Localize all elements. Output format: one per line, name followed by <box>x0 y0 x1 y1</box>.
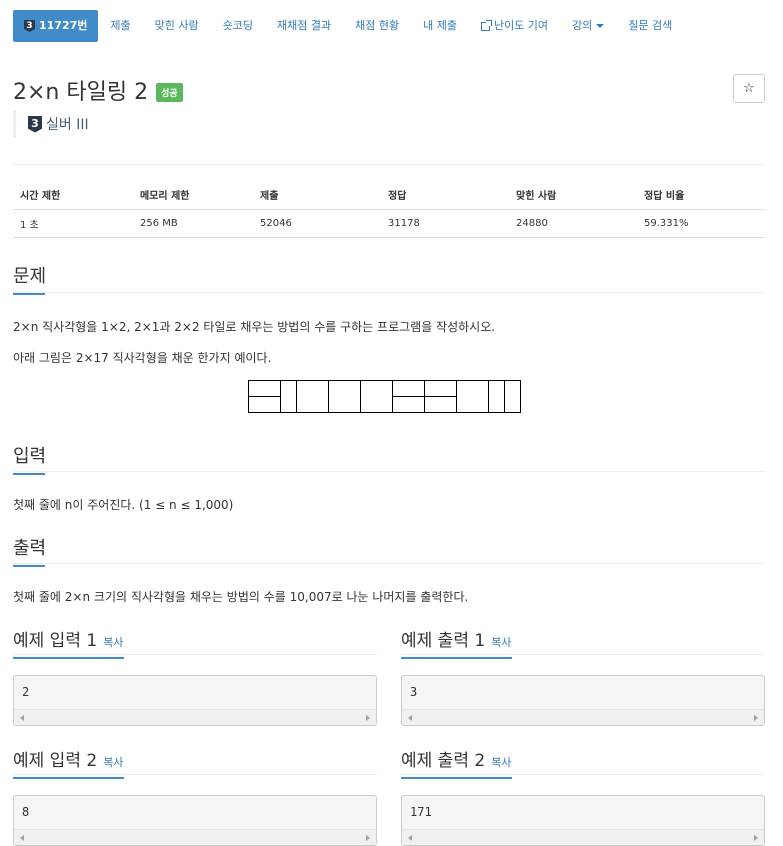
tab-my-submissions[interactable]: 내 제출 <box>411 10 469 42</box>
table-row: 1 초 256 MB 52046 31178 24880 59.331% <box>13 209 765 238</box>
scroll-right-icon[interactable] <box>754 715 758 721</box>
problem-number-label: 11727번 <box>39 19 88 32</box>
caret-down-icon <box>596 24 605 28</box>
sample-output-2-title: 예제 출력 2 <box>401 751 486 771</box>
tiling-example-figure <box>248 380 521 413</box>
input-heading: 입력 <box>13 442 47 475</box>
section-rule <box>401 774 765 775</box>
scroll-left-icon[interactable] <box>20 715 24 721</box>
header-accepted: 정답 <box>381 180 509 210</box>
section-rule <box>13 292 765 293</box>
input-heading-text: 입력 <box>13 446 47 467</box>
sample-input-1-heading: 예제 입력 1 복사 <box>13 626 124 659</box>
scroll-right-icon[interactable] <box>366 835 370 841</box>
sample-input-2-heading: 예제 입력 2 복사 <box>13 746 124 779</box>
status-badge: 성공 <box>156 82 183 102</box>
sample-input-2-box[interactable]: 8 <box>13 795 377 846</box>
heading-underline <box>401 657 512 659</box>
table-header-row: 시간 제한 메모리 제한 제출 정답 맞힌 사람 정답 비율 <box>13 180 765 210</box>
copy-sample-output-2-button[interactable]: 복사 <box>491 754 511 770</box>
sample-output-1-heading: 예제 출력 1 복사 <box>401 626 512 659</box>
output-heading: 출력 <box>13 534 47 567</box>
problem-nav: 3 11727번 제출 맞힌 사람 숏코딩 재채점 결과 채점 현황 내 제출 … <box>13 10 684 42</box>
tab-problem-number[interactable]: 3 11727번 <box>13 10 99 42</box>
tab-short-coding[interactable]: 숏코딩 <box>211 10 265 42</box>
scroll-left-icon[interactable] <box>408 835 412 841</box>
heading-underline <box>13 777 124 779</box>
lectures-label: 강의 <box>572 19 593 32</box>
sample-output-1-title: 예제 출력 1 <box>401 631 486 651</box>
sample-output-1-content: 3 <box>410 685 418 699</box>
problem-title-row: 2×n 타일링 2 성공 <box>13 74 183 106</box>
problem-info-table: 시간 제한 메모리 제한 제출 정답 맞힌 사람 정답 비율 1 초 256 M… <box>13 180 765 238</box>
tab-status[interactable]: 채점 현황 <box>343 10 411 42</box>
horizontal-scrollbar[interactable] <box>402 829 764 845</box>
star-icon: ☆ <box>743 81 755 96</box>
output-description: 첫째 줄에 2×n 크기의 직사각형을 채우는 방법의 수를 10,007로 나… <box>13 590 469 604</box>
copy-sample-output-1-button[interactable]: 복사 <box>491 634 511 650</box>
time-limit-value: 1 초 <box>13 209 133 238</box>
section-rule <box>13 654 377 655</box>
header-time-limit: 시간 제한 <box>13 180 133 210</box>
problem-description-2: 아래 그림은 2×17 직사각형을 채운 한가지 예이다. <box>13 351 272 365</box>
heading-underline <box>13 473 45 475</box>
header-ratio: 정답 비율 <box>637 180 765 210</box>
heading-underline <box>13 565 45 567</box>
memory-limit-value: 256 MB <box>133 209 253 238</box>
tab-question-search[interactable]: 질문 검색 <box>616 10 684 42</box>
tab-submit[interactable]: 제출 <box>98 10 142 42</box>
sample-output-2-heading: 예제 출력 2 복사 <box>401 746 512 779</box>
tab-rejudge-results[interactable]: 재채점 결과 <box>265 10 343 42</box>
output-heading-text: 출력 <box>13 538 47 559</box>
sample-output-2-content: 171 <box>410 805 432 819</box>
accepted-value: 31178 <box>381 209 509 238</box>
page-title: 2×n 타일링 2 <box>13 80 149 105</box>
sample-input-2-content: 8 <box>22 805 30 819</box>
section-rule <box>13 774 377 775</box>
tab-lectures-dropdown[interactable]: 강의 <box>560 10 616 42</box>
section-rule <box>13 471 765 472</box>
solvers-value: 24880 <box>509 209 637 238</box>
scroll-left-icon[interactable] <box>20 835 24 841</box>
external-link-icon <box>480 19 492 31</box>
header-solvers: 맞힌 사람 <box>509 180 637 210</box>
submissions-value: 52046 <box>253 209 381 238</box>
sample-input-1-content: 2 <box>22 685 30 699</box>
sample-output-1-box[interactable]: 3 <box>401 675 765 726</box>
sample-input-1-title: 예제 입력 1 <box>13 631 98 651</box>
tab-difficulty-contribution[interactable]: 난이도 기여 <box>469 10 560 42</box>
copy-sample-input-2-button[interactable]: 복사 <box>103 754 123 770</box>
problem-description-1: 2×n 직사각형을 1×2, 2×1과 2×2 타일로 채우는 방법의 수를 구… <box>13 320 496 334</box>
horizontal-scrollbar[interactable] <box>402 709 764 725</box>
problem-heading: 문제 <box>13 262 47 295</box>
header-submissions: 제출 <box>253 180 381 210</box>
ratio-value: 59.331% <box>637 209 765 238</box>
tier-info: 3 실버 III <box>13 110 89 138</box>
difficulty-contribution-label: 난이도 기여 <box>493 19 549 32</box>
header-memory-limit: 메모리 제한 <box>133 180 253 210</box>
copy-sample-input-1-button[interactable]: 복사 <box>103 634 123 650</box>
horizontal-scrollbar[interactable] <box>14 709 376 725</box>
favorite-star-button[interactable]: ☆ <box>733 74 765 103</box>
tier-icon: 3 <box>24 20 35 32</box>
scroll-right-icon[interactable] <box>366 715 370 721</box>
horizontal-scrollbar[interactable] <box>14 829 376 845</box>
sample-input-2-title: 예제 입력 2 <box>13 751 98 771</box>
scroll-left-icon[interactable] <box>408 715 412 721</box>
input-description: 첫째 줄에 n이 주어진다. (1 ≤ n ≤ 1,000) <box>13 498 234 512</box>
heading-underline <box>13 293 45 295</box>
scroll-right-icon[interactable] <box>754 835 758 841</box>
heading-underline <box>401 777 512 779</box>
silver-tier-icon: 3 <box>28 115 42 133</box>
heading-underline <box>13 657 124 659</box>
divider <box>13 164 765 165</box>
sample-input-1-box[interactable]: 2 <box>13 675 377 726</box>
tier-label[interactable]: 실버 III <box>46 114 89 134</box>
section-rule <box>401 654 765 655</box>
section-rule <box>13 563 765 564</box>
sample-output-2-box[interactable]: 171 <box>401 795 765 846</box>
tab-accepted-users[interactable]: 맞힌 사람 <box>143 10 211 42</box>
problem-heading-text: 문제 <box>13 266 47 287</box>
tiling-border <box>248 380 521 413</box>
